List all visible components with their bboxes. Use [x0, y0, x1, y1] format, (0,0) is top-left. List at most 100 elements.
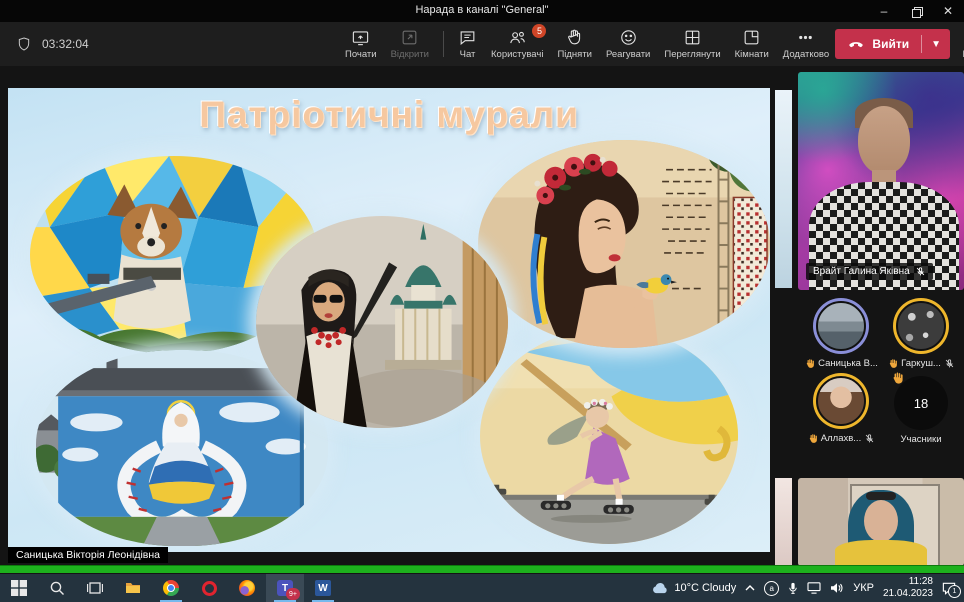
chevron-up-icon — [745, 584, 755, 592]
firefox-button[interactable] — [228, 574, 266, 602]
screen-share-icon — [351, 28, 370, 47]
word-icon: W — [315, 580, 331, 596]
grid-view-icon — [683, 28, 702, 47]
avatar-name: Саницька В... — [818, 358, 878, 369]
mural-flag-girl-image — [480, 328, 738, 544]
participant-video-main[interactable]: Врайт Галина Яківна — [798, 72, 964, 290]
window-titlebar: Нарада в каналі "General" – ✕ — [0, 0, 964, 22]
people-icon — [508, 28, 527, 47]
speaker-icon — [830, 582, 844, 594]
rooms-label: Кімнати — [735, 49, 769, 60]
toolbar-divider — [443, 31, 444, 57]
windows-taskbar: T 9+ W 10°C Cloudy a — [0, 574, 964, 602]
task-view-icon — [87, 580, 103, 596]
clock-time: 11:28 — [883, 576, 933, 589]
avatar-allakhv[interactable]: Аллахв... — [802, 373, 880, 445]
mural-flower-woman-image — [478, 140, 770, 348]
tray-language-app[interactable]: a — [764, 581, 779, 596]
presenter-name-label: Саницька Вікторія Леонідівна — [8, 547, 168, 563]
mic-muted-icon — [944, 358, 955, 369]
cloud-icon — [652, 582, 669, 594]
hangup-icon — [847, 35, 865, 53]
react-label: Реагувати — [606, 49, 650, 60]
meeting-timer-group: 03:32:04 — [16, 22, 89, 66]
weather-widget[interactable]: 10°C Cloudy — [652, 582, 736, 594]
tray-microphone[interactable] — [788, 582, 798, 595]
mic-muted-icon — [864, 433, 875, 444]
start-share-label: Почати — [345, 49, 377, 60]
partial-video-edge — [775, 90, 792, 288]
tray-network[interactable] — [807, 582, 821, 594]
participant-face — [864, 500, 898, 542]
avatar-ring — [813, 373, 869, 429]
raise-hand-button[interactable]: Підняти — [550, 22, 599, 66]
raised-hand-icon — [804, 358, 815, 369]
chat-button[interactable]: Чат — [451, 22, 484, 66]
avatar-harkush[interactable]: Гаркуш... — [882, 298, 960, 369]
chat-icon — [458, 28, 477, 47]
teams-button[interactable]: T 9+ — [266, 574, 304, 602]
leave-button[interactable]: Вийти ▼ — [835, 29, 950, 59]
opera-button[interactable] — [190, 574, 228, 602]
participants-button[interactable]: Користувачі 5 — [484, 22, 550, 66]
start-button[interactable] — [0, 574, 38, 602]
start-share-button[interactable]: Почати — [338, 22, 384, 66]
more-button[interactable]: Додатково — [776, 22, 836, 66]
slide-title: Патріотичні мурали — [8, 94, 770, 136]
tray-volume[interactable] — [830, 582, 844, 594]
view-label: Переглянути — [664, 49, 720, 60]
chrome-button[interactable] — [152, 574, 190, 602]
smiley-icon — [619, 28, 638, 47]
file-explorer-button[interactable] — [114, 574, 152, 602]
avatar-ring — [813, 298, 869, 354]
close-button[interactable]: ✕ — [932, 0, 964, 22]
avatar-photo — [816, 376, 866, 426]
avatar-ring — [893, 298, 949, 354]
more-dots-icon — [796, 28, 815, 47]
task-view-button[interactable] — [76, 574, 114, 602]
tray-mic-icon — [788, 582, 798, 595]
rooms-button[interactable]: Кімнати — [728, 22, 776, 66]
shared-slide: Патріотичні мурали — [8, 88, 770, 552]
popout-button: Відкрити — [384, 22, 436, 66]
leave-label: Вийти — [872, 37, 909, 51]
shield-icon — [16, 36, 32, 52]
more-label: Додатково — [783, 49, 829, 60]
share-button[interactable]: Поділитися — [955, 22, 964, 66]
participants-badge: 5 — [532, 24, 546, 38]
clock[interactable]: 11:28 21.04.2023 — [883, 576, 933, 601]
meeting-timer: 03:32:04 — [42, 37, 89, 51]
partial-video-edge — [775, 478, 792, 566]
language-circle-icon: a — [764, 581, 779, 596]
leave-chevron-icon[interactable]: ▼ — [922, 39, 950, 50]
react-button[interactable]: Реагувати — [599, 22, 657, 66]
participants-label: Користувачі — [491, 49, 543, 60]
raise-hand-label: Підняти — [557, 49, 592, 60]
popout-icon — [400, 28, 419, 47]
participant-name: Врайт Галина Яківна — [813, 266, 910, 277]
search-icon — [49, 580, 65, 596]
participant-video-bottom[interactable] — [798, 478, 964, 566]
mural-rifle-woman-image — [256, 216, 508, 428]
avatar-name: Аллахв... — [821, 433, 861, 444]
avatar-sanytska[interactable]: Саницька В... — [802, 298, 880, 369]
participant-name-pill: Врайт Галина Яківна — [806, 263, 933, 280]
search-button[interactable] — [38, 574, 76, 602]
opera-icon — [202, 581, 217, 596]
participants-count-tile[interactable]: 18 Учасники — [882, 373, 960, 445]
network-icon — [807, 582, 821, 594]
language-indicator[interactable]: УКР — [853, 582, 874, 594]
leave-main[interactable]: Вийти — [835, 35, 921, 53]
restore-button[interactable] — [900, 0, 932, 22]
windows-logo-icon — [11, 580, 27, 596]
folder-icon — [125, 580, 141, 596]
view-button[interactable]: Переглянути — [657, 22, 727, 66]
word-button[interactable]: W — [304, 574, 342, 602]
minimize-button[interactable]: – — [868, 0, 900, 22]
action-center-button[interactable]: 1 — [942, 582, 956, 595]
window-title: Нарада в каналі "General" — [0, 4, 964, 16]
hidden-icons-chevron[interactable] — [745, 584, 755, 592]
language-code: УКР — [853, 582, 874, 594]
meeting-toolbar: 03:32:04 Почати Відкрити Чат Користувачі… — [0, 22, 964, 67]
system-tray: 10°C Cloudy a УКР 11:28 21.04.2023 — [652, 576, 964, 601]
